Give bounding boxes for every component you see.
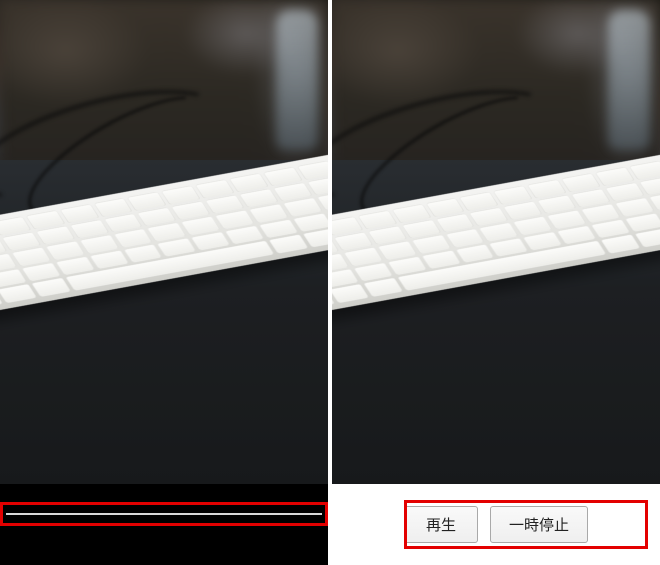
pause-button[interactable]: 一時停止 xyxy=(490,506,588,543)
scrub-bar[interactable] xyxy=(6,513,322,515)
default-controls-area xyxy=(0,484,328,565)
before-panel xyxy=(0,0,328,565)
video-preview xyxy=(0,0,328,484)
play-button[interactable]: 再生 xyxy=(404,506,478,543)
after-panel: 再生 一時停止 xyxy=(332,0,660,565)
custom-controls-area: 再生 一時停止 xyxy=(332,484,660,565)
video-preview xyxy=(332,0,660,484)
